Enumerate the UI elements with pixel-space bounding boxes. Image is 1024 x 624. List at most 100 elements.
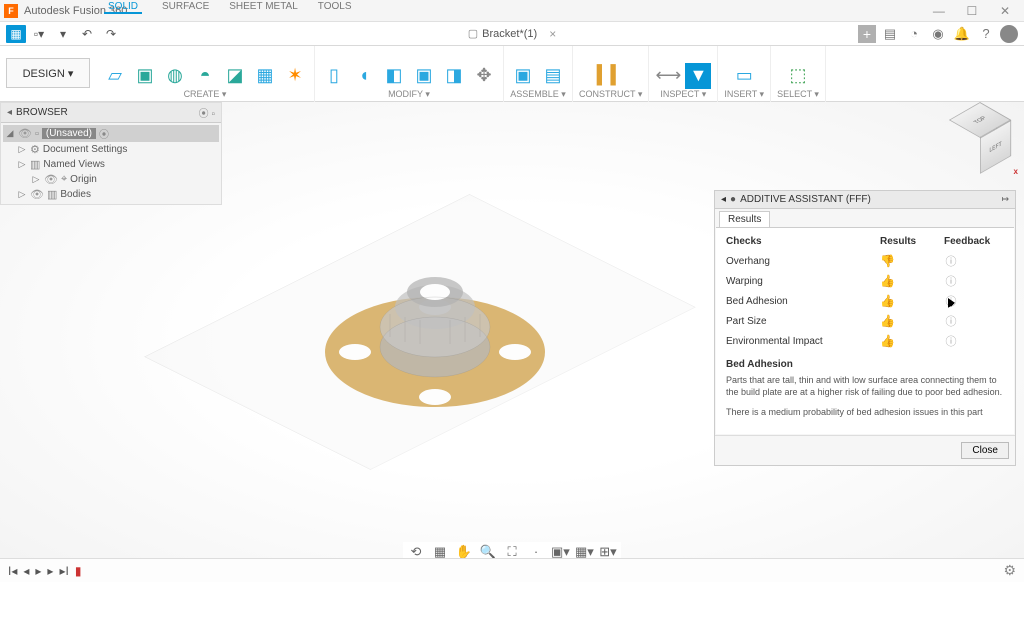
view-cube[interactable]: z TOP FRONT LEFT x bbox=[948, 110, 1012, 174]
loft-icon[interactable]: ▦ bbox=[252, 63, 278, 89]
measure-icon[interactable]: ⟷ bbox=[655, 63, 681, 89]
document-icon: ▢ bbox=[468, 27, 478, 40]
folder-icon: ▥ bbox=[30, 158, 40, 171]
info-icon[interactable]: ⓘ bbox=[944, 334, 958, 348]
updates-icon[interactable]: ◉ bbox=[928, 26, 948, 42]
ribbon-group-construct: ▍▍ CONSTRUCT ▾ bbox=[573, 46, 649, 102]
tree-item-bodies[interactable]: ▷👁▥ Bodies bbox=[3, 187, 219, 202]
data-panel-button[interactable]: ▦ bbox=[6, 25, 26, 43]
tree-item-named-views[interactable]: ▷▥ Named Views bbox=[3, 157, 219, 172]
col-checks: Checks bbox=[726, 236, 876, 247]
tab-tools[interactable]: TOOLS bbox=[318, 1, 352, 14]
settings-gear-icon[interactable]: ⚙ bbox=[1003, 562, 1016, 579]
group-label-create[interactable]: CREATE ▾ bbox=[184, 89, 227, 100]
workspace-switcher[interactable]: DESIGN ▾ bbox=[6, 58, 90, 88]
tab-results[interactable]: Results bbox=[719, 211, 770, 227]
info-icon[interactable]: ⓘ bbox=[944, 274, 958, 288]
press-pull-icon[interactable]: ▯ bbox=[321, 63, 347, 89]
revolve-icon[interactable]: ◓ bbox=[192, 63, 218, 89]
group-label-construct[interactable]: CONSTRUCT ▾ bbox=[579, 89, 642, 100]
user-avatar[interactable] bbox=[1000, 25, 1018, 43]
info-icon[interactable]: ⓘ bbox=[944, 294, 958, 308]
quick-access-toolbar: ▦ ▫▾ ▾ ↶ ↷ ▢ Bracket*(1) × + ▤ ◔ ◉ 🔔 ? bbox=[0, 22, 1024, 46]
workspace: ◂ BROWSER ⦿ ▫ ◢👁▫ (Unsaved)⦿ ▷⚙ Document… bbox=[0, 102, 1024, 582]
tab-sheet-metal[interactable]: SHEET METAL bbox=[229, 1, 298, 14]
group-label-inspect[interactable]: INSPECT ▾ bbox=[660, 89, 706, 100]
group-label-modify[interactable]: MODIFY ▾ bbox=[388, 89, 430, 100]
browser-panel: ◂ BROWSER ⦿ ▫ ◢👁▫ (Unsaved)⦿ ▷⚙ Document… bbox=[0, 102, 222, 205]
detail-body: Parts that are tall, thin and with low s… bbox=[726, 374, 1004, 398]
group-label-insert[interactable]: INSERT ▾ bbox=[724, 89, 764, 100]
info-icon[interactable]: ⓘ bbox=[944, 314, 958, 328]
notifications-icon[interactable]: 🔔 bbox=[952, 26, 972, 42]
col-results: Results bbox=[880, 236, 940, 247]
panel-collapse-icon[interactable]: ◂ bbox=[721, 194, 726, 205]
info-icon[interactable]: ⓘ bbox=[944, 254, 958, 268]
ribbon: DESIGN ▾ SOLID SURFACE SHEET METAL TOOLS… bbox=[0, 46, 1024, 102]
undo-button[interactable]: ↶ bbox=[76, 24, 98, 44]
detail-note: There is a medium probability of bed adh… bbox=[726, 406, 1004, 418]
ribbon-group-create: ▱ ▣ ◍ ◓ ◪ ▦ ✶ CREATE ▾ bbox=[96, 46, 315, 102]
help-icon[interactable]: ? bbox=[976, 26, 996, 41]
close-icon[interactable]: ✕ bbox=[990, 4, 1020, 18]
model-bracket[interactable] bbox=[300, 232, 570, 432]
sweep-icon[interactable]: ◪ bbox=[222, 63, 248, 89]
select-icon[interactable]: ⬚ bbox=[785, 63, 811, 89]
timeline-next-icon[interactable]: ▸ bbox=[47, 564, 53, 578]
origin-icon: ⌖ bbox=[61, 173, 67, 186]
split-icon[interactable]: ◨ bbox=[441, 63, 467, 89]
check-overhang: Overhang 👎 ⓘ bbox=[726, 251, 1004, 271]
as-built-joint-icon[interactable]: ▤ bbox=[540, 63, 566, 89]
combine-icon[interactable]: ▣ bbox=[411, 63, 437, 89]
timeline-end-icon[interactable]: ▸I bbox=[59, 564, 68, 578]
collapse-icon[interactable]: ◂ bbox=[7, 107, 12, 118]
ribbon-tabs[interactable]: SOLID SURFACE SHEET METAL TOOLS bbox=[90, 0, 352, 16]
close-button[interactable]: Close bbox=[961, 442, 1009, 459]
detail-title: Bed Adhesion bbox=[726, 359, 1004, 370]
panel-expand-icon[interactable]: ↦ bbox=[1001, 194, 1009, 205]
extrude-icon[interactable]: ◍ bbox=[162, 63, 188, 89]
timeline-play-icon[interactable]: ▸ bbox=[35, 564, 41, 578]
plane-icon[interactable]: ▍▍ bbox=[598, 63, 624, 89]
group-label-select[interactable]: SELECT ▾ bbox=[777, 89, 819, 100]
new-design-button[interactable]: + bbox=[858, 25, 876, 43]
browser-tree[interactable]: ◢👁▫ (Unsaved)⦿ ▷⚙ Document Settings ▷▥ N… bbox=[1, 123, 221, 204]
sketch-icon[interactable]: ▱ bbox=[102, 63, 128, 89]
joint-icon[interactable]: ▣ bbox=[510, 63, 536, 89]
ribbon-group-modify: ▯ ◖ ◧ ▣ ◨ ✥ MODIFY ▾ bbox=[315, 46, 504, 102]
tree-root[interactable]: ◢👁▫ (Unsaved)⦿ bbox=[3, 125, 219, 142]
insert-decal-icon[interactable]: ▭ bbox=[731, 63, 757, 89]
window-controls[interactable]: — ☐ ✕ bbox=[924, 4, 1020, 18]
tree-item-origin[interactable]: ▷👁⌖ Origin bbox=[3, 172, 219, 187]
document-name: Bracket*(1) bbox=[482, 28, 537, 40]
emboss-icon[interactable]: ✶ bbox=[282, 63, 308, 89]
tab-close-icon[interactable]: × bbox=[549, 27, 556, 41]
shell-icon[interactable]: ◧ bbox=[381, 63, 407, 89]
create-form-icon[interactable]: ▣ bbox=[132, 63, 158, 89]
timeline-feature-icon[interactable]: ▮ bbox=[75, 564, 82, 578]
redo-button[interactable]: ↷ bbox=[100, 24, 122, 44]
job-status-icon[interactable]: ◔ bbox=[904, 26, 924, 41]
document-tab[interactable]: ▢ Bracket*(1) × bbox=[468, 27, 556, 41]
thumbs-down-icon: 👎 bbox=[880, 254, 940, 268]
file-menu-button[interactable]: ▫▾ bbox=[28, 24, 50, 44]
app-icon: F bbox=[4, 4, 18, 18]
timeline-start-icon[interactable]: I◂ bbox=[8, 564, 17, 578]
extensions-icon[interactable]: ▤ bbox=[880, 26, 900, 42]
maximize-icon[interactable]: ☐ bbox=[957, 4, 987, 18]
ribbon-group-inspect: ⟷ ▼ INSPECT ▾ bbox=[649, 46, 718, 102]
tree-item-document-settings[interactable]: ▷⚙ Document Settings bbox=[3, 142, 219, 157]
timeline: I◂ ◂ ▸ ▸ ▸I ▮ ⚙ bbox=[0, 558, 1024, 582]
group-label-assemble[interactable]: ASSEMBLE ▾ bbox=[510, 89, 566, 100]
fillet-icon[interactable]: ◖ bbox=[351, 63, 377, 89]
folder-icon: ▥ bbox=[47, 188, 57, 201]
move-icon[interactable]: ✥ bbox=[471, 63, 497, 89]
additive-assistant-icon[interactable]: ▼ bbox=[685, 63, 711, 89]
browser-options-icon[interactable]: ⦿ ▫ bbox=[199, 105, 215, 120]
tab-solid[interactable]: SOLID bbox=[104, 1, 142, 14]
timeline-prev-icon[interactable]: ◂ bbox=[23, 564, 29, 578]
check-environmental: Environmental Impact 👍 ⓘ bbox=[726, 331, 1004, 351]
save-button[interactable]: ▾ bbox=[52, 24, 74, 44]
tab-surface[interactable]: SURFACE bbox=[162, 1, 209, 14]
minimize-icon[interactable]: — bbox=[924, 4, 954, 18]
